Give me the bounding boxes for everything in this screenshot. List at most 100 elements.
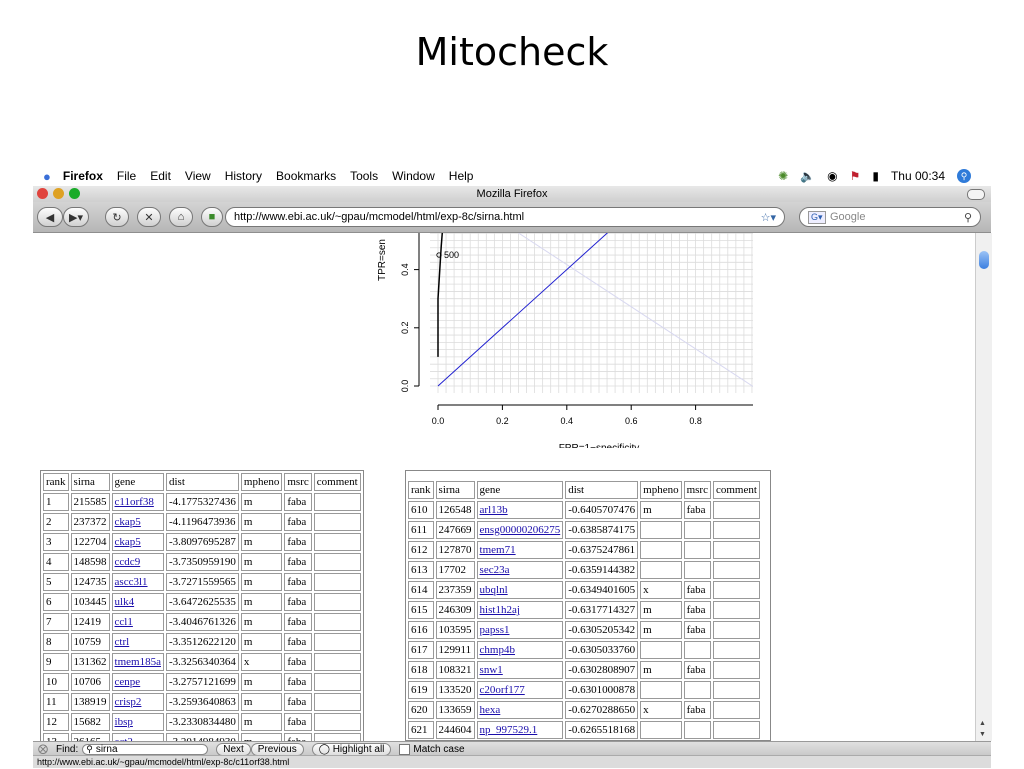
- gene-link[interactable]: c11orf38: [115, 496, 154, 508]
- menu-view[interactable]: View: [185, 169, 211, 183]
- forward-button[interactable]: ▶▾: [63, 207, 89, 227]
- menu-bookmarks[interactable]: Bookmarks: [276, 169, 336, 183]
- cell-mpheno: m: [240, 693, 283, 711]
- back-button[interactable]: ◀: [37, 207, 63, 227]
- menu-edit[interactable]: Edit: [150, 169, 171, 183]
- table-row: 616 103595 papss1 -0.6305205342 m faba: [408, 621, 760, 639]
- cell-gene: hist1h2aj: [476, 601, 564, 619]
- cell-gene: ensg00000206275: [476, 521, 564, 539]
- table-row: 611 247669 ensg00000206275 -0.6385874175: [408, 521, 760, 539]
- menu-clock[interactable]: Thu 00:34: [891, 169, 945, 183]
- cell-gene: c20orf177: [476, 681, 564, 699]
- cell-sirna: 237359: [435, 581, 475, 599]
- cell-comment: [313, 613, 361, 631]
- gene-link[interactable]: ccl1: [115, 616, 133, 628]
- menu-tools[interactable]: Tools: [350, 169, 378, 183]
- cell-msrc: faba: [284, 493, 312, 511]
- scroll-down-arrow-icon[interactable]: ▼: [979, 731, 986, 738]
- gene-link[interactable]: ibsp: [115, 716, 133, 728]
- gene-link[interactable]: ctrl: [115, 636, 130, 648]
- gene-link[interactable]: snw1: [480, 664, 503, 676]
- find-next-button[interactable]: Next: [216, 742, 251, 756]
- table-row: 612 127870 tmem71 -0.6375247861: [408, 541, 760, 559]
- menu-help[interactable]: Help: [449, 169, 474, 183]
- cell-rank: 620: [408, 701, 434, 719]
- cell-sirna: 124735: [70, 573, 110, 591]
- home-button[interactable]: ⌂: [169, 207, 193, 227]
- scroll-up-arrow-icon[interactable]: ▲: [979, 720, 986, 727]
- sync-icon[interactable]: ✺: [778, 169, 788, 183]
- spotlight-icon[interactable]: ⚲: [957, 169, 971, 183]
- flag-icon[interactable]: ⚑: [850, 169, 861, 183]
- gene-link[interactable]: ascc3l1: [115, 576, 148, 588]
- x-tick-label: 0.6: [625, 416, 638, 426]
- cell-gene: tmem185a: [111, 653, 164, 671]
- reload-button[interactable]: ↻: [105, 207, 129, 227]
- find-bar: ⨂ Find: ⚲ sirna Next Previous ◯ Highligh…: [33, 741, 991, 756]
- find-previous-button[interactable]: Previous: [250, 742, 304, 756]
- close-window-button[interactable]: [37, 188, 48, 199]
- stop-button[interactable]: ✕: [137, 207, 161, 227]
- battery-icon[interactable]: ▮: [872, 169, 879, 183]
- toolbar-toggle-button[interactable]: [967, 189, 985, 200]
- menu-history[interactable]: History: [225, 169, 262, 183]
- gene-link[interactable]: c20orf177: [480, 684, 525, 696]
- gene-link[interactable]: ckap5: [115, 516, 141, 528]
- highlight-all-button[interactable]: ◯ Highlight all: [311, 742, 392, 756]
- gene-link[interactable]: papss1: [480, 624, 510, 636]
- cell-gene: np_997529.1: [476, 721, 564, 739]
- gene-link[interactable]: cenpe: [115, 676, 141, 688]
- cell-mpheno: [640, 541, 682, 559]
- gene-link[interactable]: tmem71: [480, 544, 516, 556]
- zoom-window-button[interactable]: [69, 188, 80, 199]
- match-case-checkbox[interactable]: [399, 743, 411, 755]
- cell-dist: -3.6472625535: [165, 593, 239, 611]
- apple-menu-icon[interactable]: ●: [43, 169, 51, 184]
- close-find-icon[interactable]: ⨂: [38, 744, 48, 755]
- cell-gene: ckap5: [111, 533, 164, 551]
- cell-gene: arl13b: [476, 501, 564, 519]
- right-results-table: rank sirna gene dist mpheno msrc comment 610 126…: [406, 479, 762, 740]
- cell-dist: -0.6317714327: [565, 601, 639, 619]
- search-magnifier-icon[interactable]: ⚲: [964, 211, 972, 224]
- cell-dist: -3.2593640863: [165, 693, 239, 711]
- gene-link[interactable]: hist1h2aj: [480, 604, 520, 616]
- gene-link[interactable]: sec23a: [480, 564, 510, 576]
- scrollbar-thumb[interactable]: [979, 251, 989, 269]
- gene-link[interactable]: crisp2: [115, 696, 142, 708]
- minimize-window-button[interactable]: [53, 188, 64, 199]
- gene-link[interactable]: tmem185a: [115, 656, 161, 668]
- cell-dist: -3.2757121699: [165, 673, 239, 691]
- gene-link[interactable]: ubqlnl: [480, 584, 508, 596]
- menu-window[interactable]: Window: [392, 169, 435, 183]
- menu-file[interactable]: File: [117, 169, 136, 183]
- cell-msrc: faba: [284, 733, 312, 741]
- site-identity-icon[interactable]: ■: [201, 207, 223, 227]
- cell-rank: 4: [43, 553, 69, 571]
- cell-comment: [712, 561, 760, 579]
- cell-msrc: [683, 561, 711, 579]
- google-engine-icon[interactable]: G▾: [808, 210, 826, 224]
- menu-app-name[interactable]: Firefox: [63, 169, 103, 183]
- volume-icon[interactable]: 🔈: [800, 169, 815, 183]
- bookmark-star-icon[interactable]: ☆▾: [761, 211, 776, 224]
- column-header-mpheno: mpheno: [240, 473, 283, 491]
- cell-dist: -3.7271559565: [165, 573, 239, 591]
- gene-link[interactable]: arl13b: [480, 504, 508, 516]
- cell-sirna: 126548: [435, 501, 475, 519]
- cell-dist: -0.6349401605: [565, 581, 639, 599]
- gene-link[interactable]: np_997529.1: [480, 724, 538, 736]
- table-row: 614 237359 ubqlnl -0.6349401605 x faba: [408, 581, 760, 599]
- table-row: 10 10706 cenpe -3.2757121699 m faba: [43, 673, 361, 691]
- vertical-scrollbar[interactable]: ▲ ▼: [975, 233, 992, 741]
- find-input[interactable]: ⚲ sirna: [82, 743, 209, 755]
- search-bar[interactable]: G▾ Google ⚲: [799, 207, 981, 227]
- gene-link[interactable]: ensg00000206275: [480, 524, 561, 536]
- wifi-icon[interactable]: ◉: [827, 169, 837, 183]
- gene-link[interactable]: ccdc9: [115, 556, 141, 568]
- gene-link[interactable]: ckap5: [115, 536, 141, 548]
- url-bar[interactable]: http://www.ebi.ac.uk/~gpau/mcmodel/html/…: [225, 207, 785, 227]
- gene-link[interactable]: ulk4: [115, 596, 135, 608]
- gene-link[interactable]: chmp4b: [480, 644, 515, 656]
- gene-link[interactable]: hexa: [480, 704, 501, 716]
